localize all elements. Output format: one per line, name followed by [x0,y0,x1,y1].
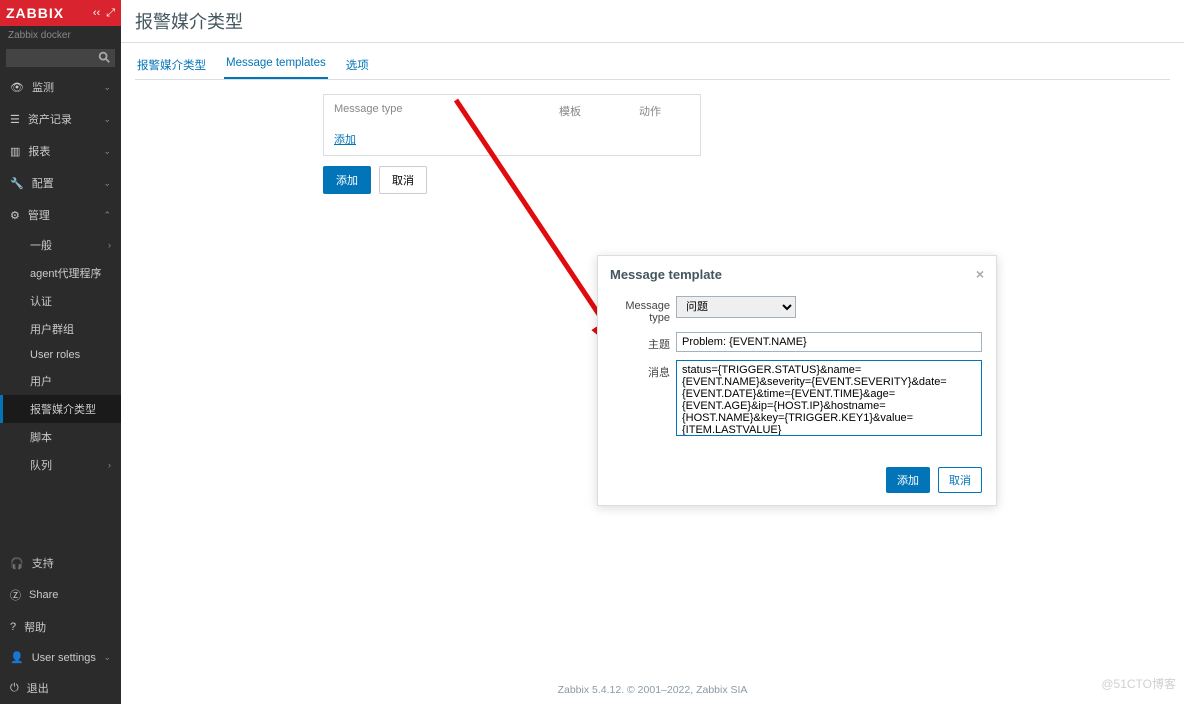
message-type-select[interactable]: 问题 [676,296,796,318]
nav-admin-queue[interactable]: 队列› [0,451,121,479]
label-message-type: Message type [612,296,676,324]
gear-icon: ⚙ [10,209,20,222]
collapse-icon[interactable]: ‹‹ [93,7,100,20]
message-templates-table: Message type 模板 动作 添加 [323,94,701,156]
modal-cancel-button[interactable]: 取消 [938,467,982,493]
modal-add-button[interactable]: 添加 [886,467,930,493]
nav-support[interactable]: 🎧支持 [0,547,121,579]
chart-icon: ▥ [10,145,20,158]
chevron-down-icon: ⌄ [103,82,111,93]
nav-admin-mediatypes[interactable]: 报警媒介类型 [0,395,121,423]
tab-mediatype[interactable]: 报警媒介类型 [135,51,208,79]
tab-bar: 报警媒介类型 Message templates 选项 [135,51,1170,80]
tab-message-templates[interactable]: Message templates [224,51,328,79]
search-icon [97,50,111,67]
logo: ZABBIX [6,5,64,21]
nav-admin[interactable]: ⚙管理⌃ [0,199,121,231]
sidebar-header: ZABBIX ‹‹ ⤢ [0,0,121,26]
chevron-down-icon: ⌄ [103,114,111,125]
th-template: 模板 [559,103,639,119]
nav-admin-userroles[interactable]: User roles [0,343,121,367]
modal-title: Message template [610,267,722,282]
search-input[interactable] [6,49,115,67]
nav-reports[interactable]: ▥报表⌄ [0,135,121,167]
label-subject: 主题 [612,332,676,352]
nav-share[interactable]: ⓏShare [0,579,121,611]
message-textarea[interactable]: status={TRIGGER.STATUS}&name={EVENT.NAME… [676,360,982,436]
chevron-up-icon: ⌃ [103,210,111,221]
brand-subtitle: Zabbix docker [0,26,121,45]
list-icon: ☰ [10,113,20,126]
watermark: @51CTO博客 [1101,675,1176,692]
add-template-link[interactable]: 添加 [324,127,700,155]
chevron-down-icon: ⌄ [103,146,111,157]
share-icon: Ⓩ [10,587,21,603]
nav-admin-proxies[interactable]: agent代理程序 [0,259,121,287]
sidebar: ZABBIX ‹‹ ⤢ Zabbix docker 👁监测⌄ ☰资产记录⌄ ▥报… [0,0,121,704]
help-icon: ? [10,621,16,633]
page-title: 报警媒介类型 [121,0,1184,42]
th-action: 动作 [639,103,661,119]
chevron-right-icon: › [108,460,111,470]
expand-icon[interactable]: ⤢ [106,7,115,20]
eye-icon: 👁 [10,81,24,94]
nav-admin-users[interactable]: 用户 [0,367,121,395]
user-icon: 👤 [10,651,24,664]
nav-config[interactable]: 🔧配置⌄ [0,167,121,199]
sidebar-nav: 👁监测⌄ ☰资产记录⌄ ▥报表⌄ 🔧配置⌄ ⚙管理⌃ 一般› agent代理程序… [0,71,121,704]
footer-text: Zabbix 5.4.12. © 2001–2022, Zabbix SIA [121,676,1184,704]
tab-options[interactable]: 选项 [344,51,371,79]
close-icon[interactable]: × [976,266,984,282]
th-message-type: Message type [334,103,559,119]
power-icon: ⏻ [10,682,19,695]
subject-input[interactable] [676,332,982,352]
label-message: 消息 [612,360,676,380]
nav-admin-scripts[interactable]: 脚本 [0,423,121,451]
message-template-modal: Message template × Message type 问题 主题 消息… [597,255,997,506]
chevron-down-icon: ⌄ [103,178,111,189]
chevron-right-icon: › [108,240,111,250]
nav-usersettings[interactable]: 👤User settings⌄ [0,643,121,672]
support-icon: 🎧 [10,557,24,570]
chevron-down-icon: ⌄ [103,652,111,663]
nav-monitoring[interactable]: 👁监测⌄ [0,71,121,103]
add-button[interactable]: 添加 [323,166,371,194]
nav-logout[interactable]: ⏻退出 [0,672,121,704]
wrench-icon: 🔧 [10,177,24,190]
nav-admin-general[interactable]: 一般› [0,231,121,259]
nav-help[interactable]: ?帮助 [0,611,121,643]
nav-admin-auth[interactable]: 认证 [0,287,121,315]
nav-admin-usergroups[interactable]: 用户群组 [0,315,121,343]
cancel-button[interactable]: 取消 [379,166,427,194]
main-content: 报警媒介类型 报警媒介类型 Message templates 选项 Messa… [121,0,1184,704]
nav-inventory[interactable]: ☰资产记录⌄ [0,103,121,135]
